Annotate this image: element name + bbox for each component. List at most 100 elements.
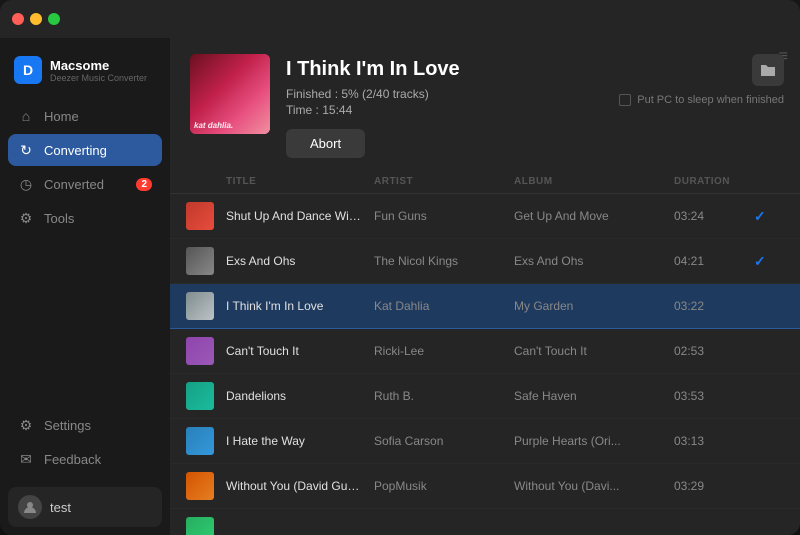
table-row-active[interactable]: I Think I'm In Love Kat Dahlia My Garden… <box>170 284 800 329</box>
track-thumbnail <box>186 292 214 320</box>
track-artist-cell: Fun Guns <box>374 209 514 223</box>
app-logo-icon: D <box>14 56 42 84</box>
track-title-cell: Dandelions <box>226 389 374 403</box>
sidebar-item-feedback[interactable]: ✉ Feedback <box>8 443 162 475</box>
maximize-button[interactable] <box>48 13 60 25</box>
table-row[interactable]: Dandelions Ruth B. Safe Haven 03:53 <box>170 374 800 419</box>
folder-button[interactable] <box>752 54 784 86</box>
main-content: ≡ kat dahlia. I Think I'm In Love Finish… <box>170 38 800 535</box>
converted-icon: ◷ <box>18 176 34 192</box>
close-button[interactable] <box>12 13 24 25</box>
table-row[interactable]: Can't Touch It Ricki-Lee Can't Touch It … <box>170 329 800 374</box>
app-name: Macsome <box>50 58 147 73</box>
track-table: TITLE ARTIST ALBUM DURATION Shut Up And … <box>170 170 800 535</box>
track-thumbnail <box>186 472 214 500</box>
track-artist-cell: Ruth B. <box>374 389 514 403</box>
sidebar-item-label-converting: Converting <box>44 143 107 158</box>
track-duration-cell: 03:29 <box>674 479 754 493</box>
sidebar-item-label-home: Home <box>44 109 79 124</box>
track-duration-cell: 03:53 <box>674 389 754 403</box>
table-row[interactable]: I Hate the Way Sofia Carson Purple Heart… <box>170 419 800 464</box>
track-album-cell: Without You (Davi... <box>514 479 674 493</box>
track-title-cell: Shut Up And Dance With Me <box>226 209 374 223</box>
track-album-cell: Exs And Ohs <box>514 254 674 268</box>
track-artist-cell: PopMusik <box>374 479 514 493</box>
sidebar-item-label-converted: Converted <box>44 177 104 192</box>
header-album: ALBUM <box>514 176 674 187</box>
track-album-cell: Safe Haven <box>514 389 674 403</box>
sidebar-nav: ⌂ Home ↻ Converting ◷ Converted 2 ⚙ Tool… <box>0 100 170 401</box>
sidebar-item-converted[interactable]: ◷ Converted 2 <box>8 168 162 200</box>
album-art: kat dahlia. <box>190 54 270 134</box>
track-album-cell: Get Up And Move <box>514 209 674 223</box>
titlebar <box>0 0 800 38</box>
album-art-image: kat dahlia. <box>190 54 270 134</box>
track-title-cell: I Think I'm In Love <box>226 299 374 313</box>
header-artist: ARTIST <box>374 176 514 187</box>
track-artist-cell: The Nicol Kings <box>374 254 514 268</box>
app-subtitle: Deezer Music Converter <box>50 73 147 83</box>
table-row[interactable]: Without You (David Guetta feat. Usher ..… <box>170 464 800 509</box>
track-status-check: ✓ <box>754 253 784 270</box>
converting-icon: ↻ <box>18 142 34 158</box>
sidebar-logo: D Macsome Deezer Music Converter <box>0 46 170 100</box>
album-art-label: kat dahlia. <box>194 121 233 130</box>
track-album-cell: Can't Touch It <box>514 344 674 358</box>
track-album-cell: My Garden <box>514 299 674 313</box>
track-duration-cell: 03:13 <box>674 434 754 448</box>
table-header: TITLE ARTIST ALBUM DURATION <box>170 170 800 194</box>
track-duration-cell: 03:22 <box>674 299 754 313</box>
converted-badge: 2 <box>136 178 152 191</box>
track-duration-cell: 03:24 <box>674 209 754 223</box>
track-title-cell: Without You (David Guetta feat. Usher ..… <box>226 479 374 493</box>
track-artist-cell: Sofia Carson <box>374 434 514 448</box>
sidebar-item-label-tools: Tools <box>44 211 74 226</box>
tools-icon: ⚙ <box>18 210 34 226</box>
home-icon: ⌂ <box>18 108 34 124</box>
track-thumbnail <box>186 427 214 455</box>
user-name: test <box>50 500 71 515</box>
main-header: kat dahlia. I Think I'm In Love Finished… <box>170 38 800 170</box>
sleep-checkbox[interactable] <box>619 94 631 106</box>
app-window: D Macsome Deezer Music Converter ⌂ Home … <box>0 0 800 535</box>
sidebar-item-home[interactable]: ⌂ Home <box>8 100 162 132</box>
header-title: TITLE <box>226 176 374 187</box>
track-thumbnail <box>186 202 214 230</box>
sidebar-item-tools[interactable]: ⚙ Tools <box>8 202 162 234</box>
table-row[interactable] <box>170 509 800 535</box>
sidebar: D Macsome Deezer Music Converter ⌂ Home … <box>0 38 170 535</box>
sleep-label: Put PC to sleep when finished <box>637 94 784 106</box>
track-thumbnail <box>186 517 214 535</box>
track-thumbnail <box>186 382 214 410</box>
track-status-check: ✓ <box>754 208 784 225</box>
track-artist-cell: Ricki-Lee <box>374 344 514 358</box>
abort-button[interactable]: Abort <box>286 129 365 158</box>
header-duration: DURATION <box>674 176 754 187</box>
sidebar-item-settings[interactable]: ⚙ Settings <box>8 409 162 441</box>
traffic-lights <box>12 13 60 25</box>
sidebar-item-converting[interactable]: ↻ Converting <box>8 134 162 166</box>
track-duration-cell: 04:21 <box>674 254 754 268</box>
sidebar-item-label-feedback: Feedback <box>44 452 101 467</box>
logo-text: Macsome Deezer Music Converter <box>50 58 147 83</box>
header-right: Put PC to sleep when finished <box>619 54 784 106</box>
sidebar-item-label-settings: Settings <box>44 418 91 433</box>
minimize-button[interactable] <box>30 13 42 25</box>
table-row[interactable]: Shut Up And Dance With Me Fun Guns Get U… <box>170 194 800 239</box>
feedback-icon: ✉ <box>18 451 34 467</box>
track-thumbnail <box>186 247 214 275</box>
table-row[interactable]: Exs And Ohs The Nicol Kings Exs And Ohs … <box>170 239 800 284</box>
content-area: D Macsome Deezer Music Converter ⌂ Home … <box>0 38 800 535</box>
sleep-option[interactable]: Put PC to sleep when finished <box>619 94 784 106</box>
avatar <box>18 495 42 519</box>
track-title-cell: Can't Touch It <box>226 344 374 358</box>
track-album-cell: Purple Hearts (Ori... <box>514 434 674 448</box>
track-duration-cell: 02:53 <box>674 344 754 358</box>
sidebar-bottom: ⚙ Settings ✉ Feedback <box>0 401 170 483</box>
track-artist-cell: Kat Dahlia <box>374 299 514 313</box>
track-title-cell: I Hate the Way <box>226 434 374 448</box>
track-thumbnail <box>186 337 214 365</box>
user-section[interactable]: test <box>8 487 162 527</box>
track-title-cell: Exs And Ohs <box>226 254 374 268</box>
settings-icon: ⚙ <box>18 417 34 433</box>
